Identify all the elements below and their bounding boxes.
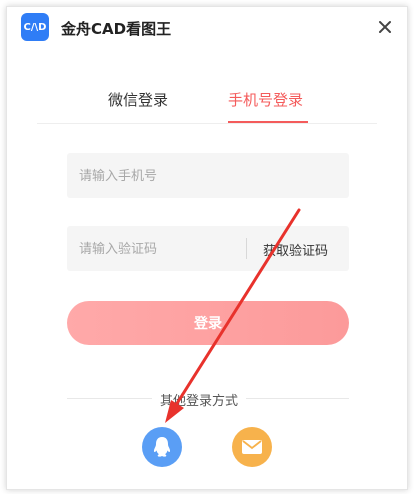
- app-logo: C/\D: [21, 13, 49, 41]
- login-tabs: 微信登录 手机号登录: [37, 89, 377, 124]
- email-login-button[interactable]: [232, 427, 272, 467]
- close-button[interactable]: [375, 17, 395, 37]
- code-divider: [246, 238, 247, 259]
- title-bar: C/\D 金舟CAD看图王: [7, 7, 407, 47]
- close-icon: [379, 21, 391, 33]
- tab-phone-login[interactable]: 手机号登录: [228, 89, 303, 110]
- tab-wechat-login[interactable]: 微信登录: [108, 89, 168, 110]
- phone-field: [67, 153, 351, 200]
- other-login-label: 其他登录方式: [152, 390, 247, 409]
- phone-input[interactable]: [67, 153, 351, 200]
- active-tab-underline: [228, 121, 308, 123]
- app-title: 金舟CAD看图王: [61, 20, 172, 38]
- get-code-button[interactable]: 获取验证码: [263, 240, 328, 259]
- code-field: 获取验证码: [67, 226, 349, 273]
- login-window: C/\D 金舟CAD看图王 微信登录 手机号登录 获取验证码 登录 其他登录方式: [6, 6, 408, 490]
- qq-login-button[interactable]: [142, 427, 182, 467]
- login-button[interactable]: 登录: [67, 301, 349, 345]
- verification-code-input[interactable]: [67, 226, 231, 273]
- qq-icon: [153, 437, 171, 457]
- mail-icon: [242, 440, 262, 454]
